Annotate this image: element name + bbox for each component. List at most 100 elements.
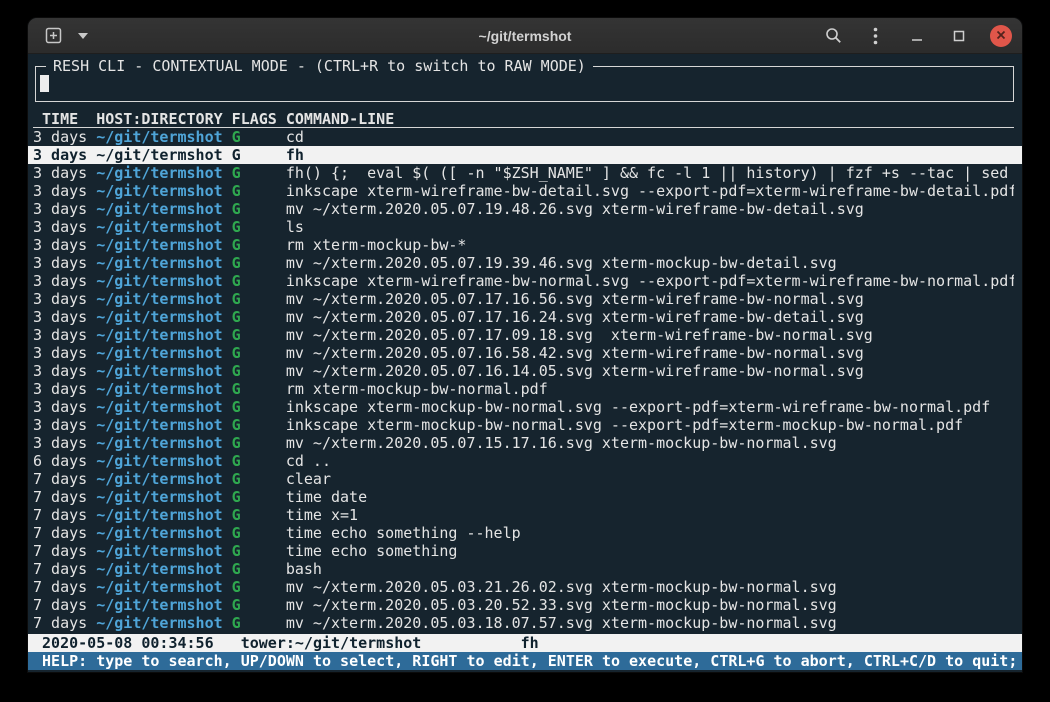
help-bar: HELP: type to search, UP/DOWN to select,… (28, 652, 1022, 670)
history-row[interactable]: 3 days ~/git/termshot G cd (33, 128, 1014, 146)
history-row[interactable]: 3 days ~/git/termshot G inkscape xterm-w… (33, 182, 1014, 200)
row-flag: G (232, 380, 286, 398)
history-row[interactable]: 7 days ~/git/termshot G clear (33, 470, 1014, 488)
history-row[interactable]: 3 days ~/git/termshot G mv ~/xterm.2020.… (33, 326, 1014, 344)
row-command: rm xterm-mockup-bw-* (286, 236, 1014, 254)
row-directory: ~/git/termshot (96, 290, 231, 308)
row-age: 3 days (33, 254, 96, 272)
history-row[interactable]: 7 days ~/git/termshot G mv ~/xterm.2020.… (33, 596, 1014, 614)
row-command: inkscape xterm-wireframe-bw-detail.svg -… (286, 182, 1014, 200)
row-command: mv ~/xterm.2020.05.07.17.16.24.svg xterm… (286, 308, 1014, 326)
row-flag: G (232, 128, 286, 146)
row-directory: ~/git/termshot (96, 596, 231, 614)
history-row[interactable]: 3 days ~/git/termshot G inkscape xterm-m… (33, 416, 1014, 434)
history-row[interactable]: 7 days ~/git/termshot G bash (33, 560, 1014, 578)
row-directory: ~/git/termshot (96, 434, 231, 452)
history-row[interactable]: 7 days ~/git/termshot G time echo someth… (33, 542, 1014, 560)
row-directory: ~/git/termshot (96, 200, 231, 218)
close-button[interactable] (990, 25, 1012, 47)
history-row[interactable]: 6 days ~/git/termshot G cd .. (33, 452, 1014, 470)
text-cursor (40, 75, 49, 92)
row-directory: ~/git/termshot (96, 128, 231, 146)
history-row[interactable]: 3 days ~/git/termshot G fh (28, 146, 1022, 164)
row-command: mv ~/xterm.2020.05.07.17.16.56.svg xterm… (286, 290, 1014, 308)
row-command: time echo something --help (286, 524, 1014, 542)
row-directory: ~/git/termshot (96, 506, 231, 524)
restore-button[interactable] (948, 24, 970, 48)
row-command: ls (286, 218, 1014, 236)
row-flag: G (232, 236, 286, 254)
row-age: 7 days (33, 596, 96, 614)
history-row[interactable]: 3 days ~/git/termshot G mv ~/xterm.2020.… (33, 434, 1014, 452)
history-row[interactable]: 7 days ~/git/termshot G mv ~/xterm.2020.… (33, 614, 1014, 632)
history-row[interactable]: 3 days ~/git/termshot G rm xterm-mockup-… (33, 380, 1014, 398)
row-command: inkscape xterm-mockup-bw-normal.svg --ex… (286, 416, 1014, 434)
row-age: 7 days (33, 614, 96, 632)
row-command: clear (286, 470, 1014, 488)
row-flag: G (232, 326, 286, 344)
close-icon (996, 28, 1006, 43)
row-flag: G (232, 272, 286, 290)
minimize-button[interactable] (906, 24, 928, 48)
row-age: 3 days (33, 182, 96, 200)
row-command: rm xterm-mockup-bw-normal.pdf (286, 380, 1014, 398)
row-command: mv ~/xterm.2020.05.07.16.14.05.svg xterm… (286, 362, 1014, 380)
history-row[interactable]: 3 days ~/git/termshot G inkscape xterm-m… (33, 398, 1014, 416)
status-datetime: 2020-05-08 00:34:56 (33, 634, 241, 652)
row-age: 3 days (33, 326, 96, 344)
history-row[interactable]: 3 days ~/git/termshot G mv ~/xterm.2020.… (33, 200, 1014, 218)
history-row[interactable]: 3 days ~/git/termshot G inkscape xterm-w… (33, 272, 1014, 290)
minimize-icon (910, 29, 924, 43)
row-command: mv ~/xterm.2020.05.07.19.39.46.svg xterm… (286, 254, 1014, 272)
titlebar[interactable]: ~/git/termshot (28, 18, 1022, 54)
new-tab-button[interactable] (42, 24, 64, 48)
row-age: 3 days (33, 218, 96, 236)
row-age: 3 days (33, 416, 96, 434)
row-flag: G (232, 308, 286, 326)
row-directory: ~/git/termshot (96, 578, 231, 596)
row-age: 7 days (33, 578, 96, 596)
row-age: 7 days (33, 524, 96, 542)
history-row[interactable]: 3 days ~/git/termshot G mv ~/xterm.2020.… (33, 254, 1014, 272)
row-directory: ~/git/termshot (96, 380, 231, 398)
chevron-down-icon (78, 33, 88, 39)
resh-search-box: RESH CLI - CONTEXTUAL MODE - (CTRL+R to … (35, 66, 1014, 102)
row-flag: G (232, 416, 286, 434)
history-row[interactable]: 3 days ~/git/termshot G mv ~/xterm.2020.… (33, 308, 1014, 326)
row-directory: ~/git/termshot (96, 218, 231, 236)
row-command: inkscape xterm-mockup-bw-normal.svg --ex… (286, 398, 1014, 416)
row-directory: ~/git/termshot (96, 524, 231, 542)
tab-dropdown-button[interactable] (72, 24, 94, 48)
row-directory: ~/git/termshot (96, 416, 231, 434)
row-flag: G (232, 398, 286, 416)
history-row[interactable]: 3 days ~/git/termshot G mv ~/xterm.2020.… (33, 362, 1014, 380)
row-flag: G (232, 344, 286, 362)
history-row[interactable]: 3 days ~/git/termshot G fh() {; eval $( … (33, 164, 1014, 182)
history-columns-header: TIME HOST:DIRECTORY FLAGS COMMAND-LINE (33, 110, 1014, 128)
row-age: 7 days (33, 542, 96, 560)
row-age: 3 days (33, 434, 96, 452)
row-directory: ~/git/termshot (96, 344, 231, 362)
history-row[interactable]: 3 days ~/git/termshot G mv ~/xterm.2020.… (33, 290, 1014, 308)
terminal-content[interactable]: RESH CLI - CONTEXTUAL MODE - (CTRL+R to … (28, 54, 1022, 672)
history-row[interactable]: 7 days ~/git/termshot G time date (33, 488, 1014, 506)
history-row[interactable]: 7 days ~/git/termshot G mv ~/xterm.2020.… (33, 578, 1014, 596)
row-directory: ~/git/termshot (96, 452, 231, 470)
menu-button[interactable] (864, 24, 886, 48)
row-command: mv ~/xterm.2020.05.03.20.52.33.svg xterm… (286, 596, 1014, 614)
row-command: mv ~/xterm.2020.05.03.18.07.57.svg xterm… (286, 614, 1014, 632)
status-bar: 2020-05-08 00:34:56 tower:~/git/termshot… (28, 634, 1022, 652)
history-row[interactable]: 7 days ~/git/termshot G time echo someth… (33, 524, 1014, 542)
history-row[interactable]: 3 days ~/git/termshot G ls (33, 218, 1014, 236)
row-directory: ~/git/termshot (96, 254, 231, 272)
history-row[interactable]: 7 days ~/git/termshot G time x=1 (33, 506, 1014, 524)
row-directory: ~/git/termshot (96, 560, 231, 578)
history-row[interactable]: 3 days ~/git/termshot G rm xterm-mockup-… (33, 236, 1014, 254)
history-row[interactable]: 3 days ~/git/termshot G mv ~/xterm.2020.… (33, 344, 1014, 362)
row-flag: G (232, 524, 286, 542)
row-age: 7 days (33, 470, 96, 488)
search-button[interactable] (822, 24, 844, 48)
row-age: 3 days (33, 398, 96, 416)
row-flag: G (232, 290, 286, 308)
row-flag: G (232, 542, 286, 560)
